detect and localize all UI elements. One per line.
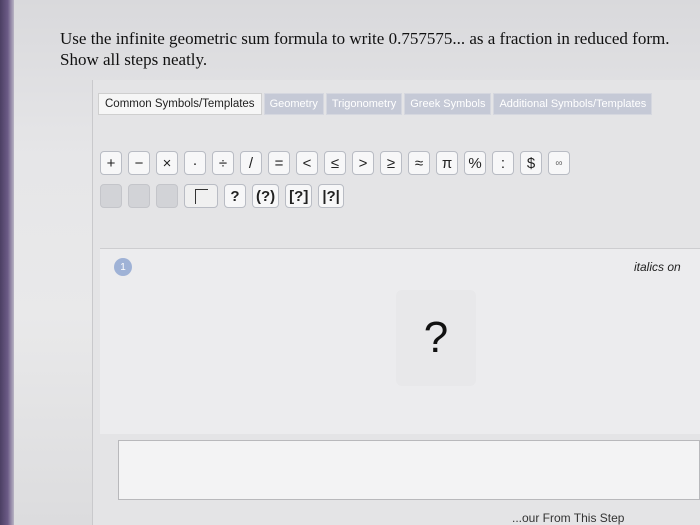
step-input-area[interactable]	[118, 440, 700, 500]
infinity-button[interactable]: ∞	[548, 151, 570, 175]
tab-greek-symbols[interactable]: Greek Symbols	[404, 93, 492, 115]
greater-equal-button[interactable]: ≥	[380, 151, 402, 175]
bracket-template-button[interactable]: [?]	[285, 184, 313, 208]
equals-button[interactable]: =	[268, 151, 290, 175]
question-line-1: Use the infinite geometric sum formula t…	[60, 29, 670, 48]
tab-common-symbols[interactable]: Common Symbols/Templates	[98, 93, 262, 115]
palette-row-templates: ? (?) [?] |?|	[100, 183, 576, 209]
italics-toggle[interactable]: italics on	[634, 260, 681, 274]
palette-row-operators: + − × · ÷ / = < ≤ > ≥ ≈ π % : $ ∞	[100, 150, 576, 176]
template-button[interactable]	[156, 184, 178, 208]
pi-button[interactable]: π	[436, 151, 458, 175]
step-number-badge: 1	[114, 258, 132, 276]
approx-button[interactable]: ≈	[408, 151, 430, 175]
symbol-palette: + − × · ÷ / = < ≤ > ≥ ≈ π % : $ ∞ ? (?) …	[100, 150, 576, 216]
plus-button[interactable]: +	[100, 151, 122, 175]
less-than-button[interactable]: <	[296, 151, 318, 175]
question-template-button[interactable]: ?	[224, 184, 246, 208]
slash-button[interactable]: /	[240, 151, 262, 175]
symbol-tabs: Common Symbols/Templates Geometry Trigon…	[98, 93, 654, 115]
sqrt-icon	[194, 188, 208, 204]
minus-button[interactable]: −	[128, 151, 150, 175]
question-line-2: Show all steps neatly.	[60, 50, 208, 69]
divide-button[interactable]: ÷	[212, 151, 234, 175]
percent-button[interactable]: %	[464, 151, 486, 175]
template-button[interactable]	[128, 184, 150, 208]
footer-link[interactable]: ...our From This Step	[512, 511, 624, 525]
greater-than-button[interactable]: >	[352, 151, 374, 175]
abs-template-button[interactable]: |?|	[318, 184, 344, 208]
question-text: Use the infinite geometric sum formula t…	[60, 28, 680, 70]
window-edge	[0, 0, 14, 525]
dot-button[interactable]: ·	[184, 151, 206, 175]
answer-placeholder[interactable]: ?	[396, 290, 476, 386]
sqrt-template-button[interactable]	[184, 184, 218, 208]
template-button[interactable]	[100, 184, 122, 208]
tab-additional-symbols[interactable]: Additional Symbols/Templates	[493, 93, 653, 115]
dollar-button[interactable]: $	[520, 151, 542, 175]
tab-geometry[interactable]: Geometry	[263, 93, 324, 115]
colon-button[interactable]: :	[492, 151, 514, 175]
paren-template-button[interactable]: (?)	[252, 184, 280, 208]
less-equal-button[interactable]: ≤	[324, 151, 346, 175]
times-button[interactable]: ×	[156, 151, 178, 175]
tab-trigonometry[interactable]: Trigonometry	[325, 93, 403, 115]
